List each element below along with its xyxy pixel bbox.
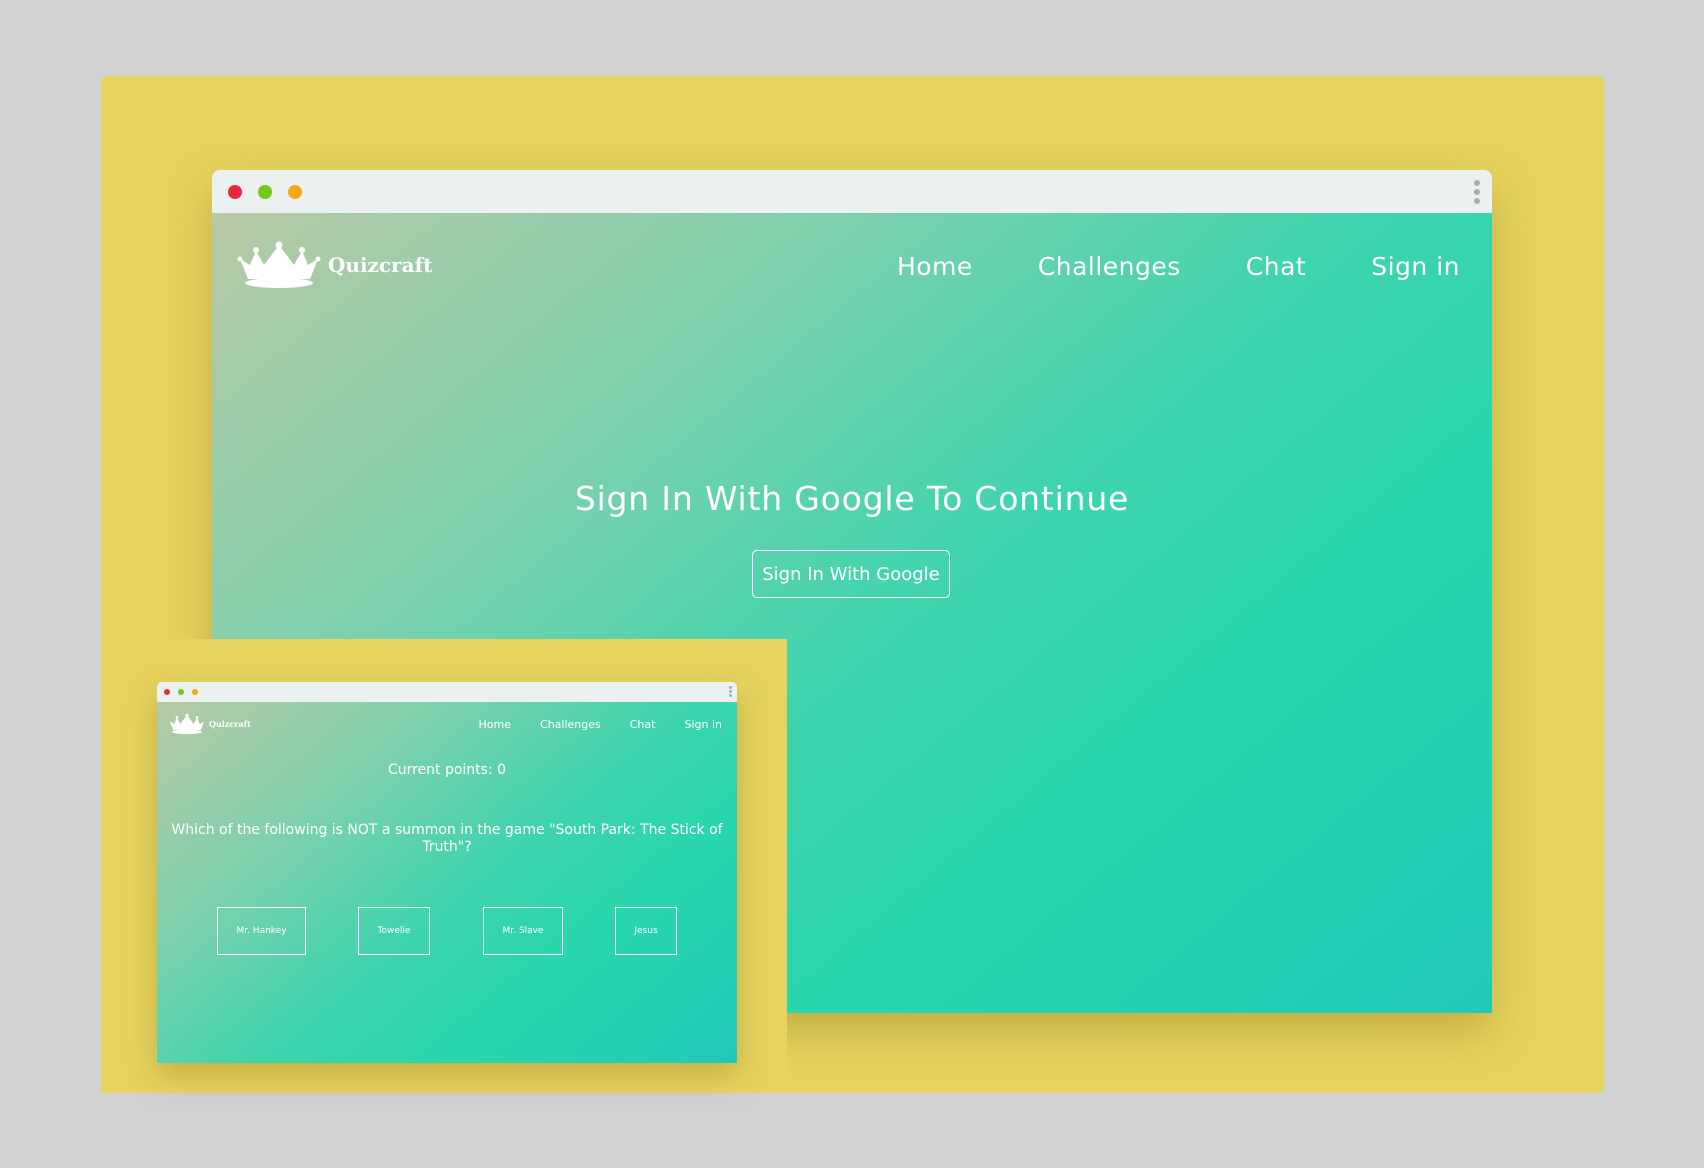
nav-sign-in[interactable]: Sign in — [684, 718, 722, 731]
maximize-window-dot[interactable] — [288, 185, 302, 199]
nav-chat[interactable]: Chat — [630, 718, 656, 731]
browser-window-quiz: Quizcraft Home Challenges Chat Sign in C… — [157, 682, 737, 1063]
kebab-menu-icon[interactable] — [1474, 180, 1480, 204]
answer-button[interactable]: Jesus — [615, 907, 677, 955]
minimize-window-dot-small[interactable] — [178, 689, 184, 695]
quiz-nav: Home Challenges Chat Sign in — [450, 718, 722, 731]
nav-home[interactable]: Home — [897, 252, 973, 281]
close-window-dot[interactable] — [228, 185, 242, 199]
main-nav: Home Challenges Chat Sign in — [832, 252, 1460, 281]
nav-home[interactable]: Home — [479, 718, 511, 731]
browser-titlebar-small — [157, 682, 737, 702]
answer-button[interactable]: Mr. Slave — [483, 907, 563, 955]
brand-name: Quizcraft — [328, 253, 433, 277]
brand-logo-small[interactable]: Quizcraft — [168, 713, 251, 735]
nav-challenges[interactable]: Challenges — [540, 718, 601, 731]
answer-options: Mr. Hankey Towelie Mr. Slave Jesus — [157, 907, 737, 957]
brand-name-small: Quizcraft — [209, 719, 251, 729]
minimize-window-dot[interactable] — [258, 185, 272, 199]
nav-challenges[interactable]: Challenges — [1038, 252, 1181, 281]
crown-icon — [237, 241, 321, 288]
maximize-window-dot-small[interactable] — [192, 689, 198, 695]
kebab-menu-icon-small[interactable] — [729, 686, 732, 697]
quiz-content: Quizcraft Home Challenges Chat Sign in C… — [157, 702, 737, 1063]
nav-chat[interactable]: Chat — [1246, 252, 1306, 281]
crown-icon — [169, 713, 205, 735]
nav-sign-in[interactable]: Sign in — [1371, 252, 1460, 281]
answer-button[interactable]: Towelie — [358, 907, 430, 955]
close-window-dot-small[interactable] — [164, 689, 170, 695]
answer-button[interactable]: Mr. Hankey — [217, 907, 306, 955]
quiz-question: Which of the following is NOT a summon i… — [171, 822, 723, 855]
page-title: Sign In With Google To Continue — [574, 479, 1130, 518]
brand-logo[interactable]: Quizcraft — [236, 241, 432, 289]
sign-in-google-button[interactable]: Sign In With Google — [752, 550, 950, 598]
browser-titlebar — [212, 170, 1492, 213]
current-points: Current points: 0 — [387, 762, 507, 778]
